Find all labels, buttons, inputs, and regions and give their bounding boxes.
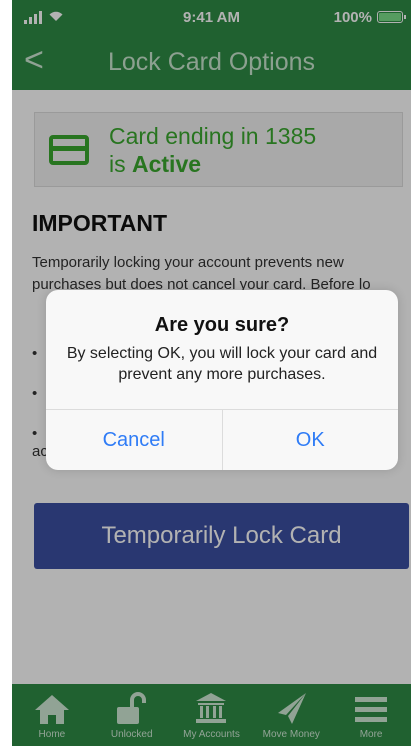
dialog-message: By selecting OK, you will lock your card…: [66, 345, 378, 383]
ok-button[interactable]: OK: [221, 410, 399, 470]
cancel-button[interactable]: Cancel: [46, 410, 222, 470]
dialog-buttons: Cancel OK: [46, 409, 398, 470]
dialog-title: Are you sure?: [154, 314, 290, 336]
confirm-dialog: Are you sure? By selecting OK, you will …: [46, 290, 398, 470]
phone-screen: 9:41 AM 100% < Lock Card Options Card en…: [0, 0, 419, 746]
